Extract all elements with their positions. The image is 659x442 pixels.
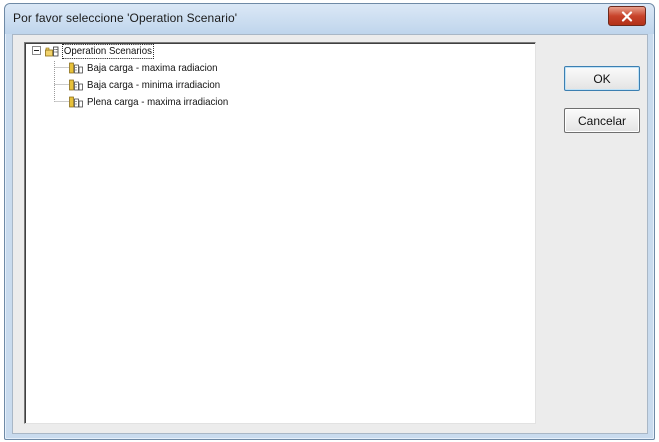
close-button[interactable] [608, 6, 646, 26]
scenario-tree[interactable]: Operation Scenarios Baja carga - maxima … [24, 42, 536, 424]
title-bar[interactable]: Por favor seleccione 'Operation Scenario… [5, 4, 654, 34]
tree-root-node[interactable]: Operation Scenarios [45, 43, 162, 59]
tree-child-label: Baja carga - maxima radiacion [87, 61, 218, 74]
dialog-client-area: Operation Scenarios Baja carga - maxima … [12, 34, 648, 434]
window-title: Por favor seleccione 'Operation Scenario… [13, 11, 238, 25]
tree-child-node[interactable]: Baja carga - minima irradiacion [69, 78, 232, 92]
scenario-icon [69, 62, 83, 74]
collapse-toggle[interactable] [32, 46, 41, 55]
folder-building-icon [45, 46, 59, 57]
tree-child-node[interactable]: Plena carga - maxima irradiacion [69, 95, 240, 109]
ok-button[interactable]: OK [564, 66, 640, 91]
close-icon [621, 10, 633, 22]
tree-child-label: Baja carga - minima irradiacion [87, 78, 221, 91]
cancel-button[interactable]: Cancelar [564, 108, 640, 133]
scenario-icon [69, 79, 83, 91]
scenario-icon [69, 96, 83, 108]
tree-child-label: Plena carga - maxima irradiacion [87, 95, 229, 108]
tree-child-node[interactable]: Baja carga - maxima radiacion [69, 61, 229, 75]
tree-root-label: Operation Scenarios [62, 43, 154, 59]
dialog-window: Por favor seleccione 'Operation Scenario… [4, 3, 655, 440]
